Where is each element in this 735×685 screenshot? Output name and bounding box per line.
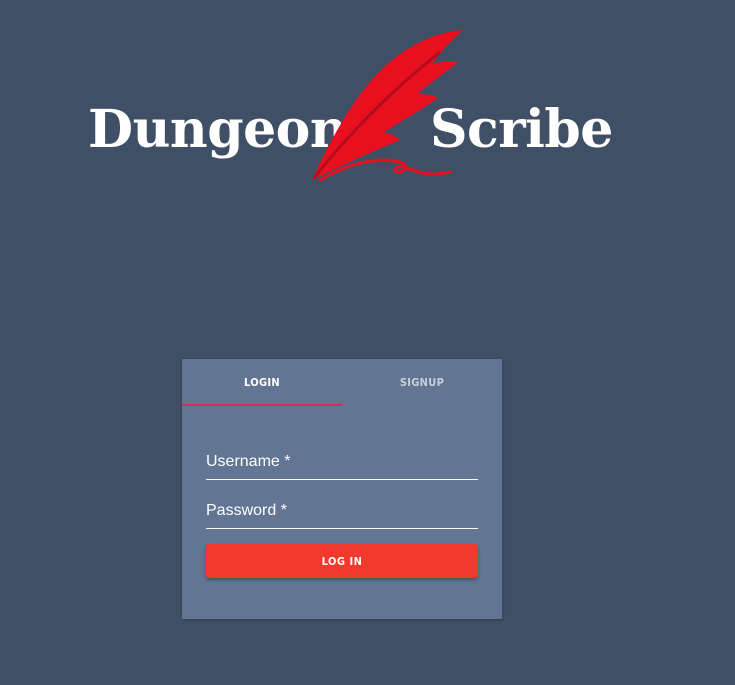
tab-signup[interactable]: SIGNUP (342, 359, 502, 407)
logo-word-scribe: Scribe (430, 99, 613, 160)
password-field-container: Password * (206, 498, 482, 530)
login-form: Username * Password * (206, 449, 482, 547)
auth-tabs: LOGIN SIGNUP (182, 359, 502, 407)
login-card: LOGIN SIGNUP Username * Password * LOG I… (182, 359, 502, 619)
password-input[interactable] (206, 498, 482, 530)
username-input[interactable] (206, 449, 482, 481)
tab-login[interactable]: LOGIN (182, 359, 342, 407)
active-tab-indicator (182, 404, 342, 406)
app-logo: Dungeon Scribe (0, 0, 735, 200)
log-in-button[interactable]: LOG IN (206, 544, 478, 578)
username-field-container: Username * (206, 449, 482, 481)
